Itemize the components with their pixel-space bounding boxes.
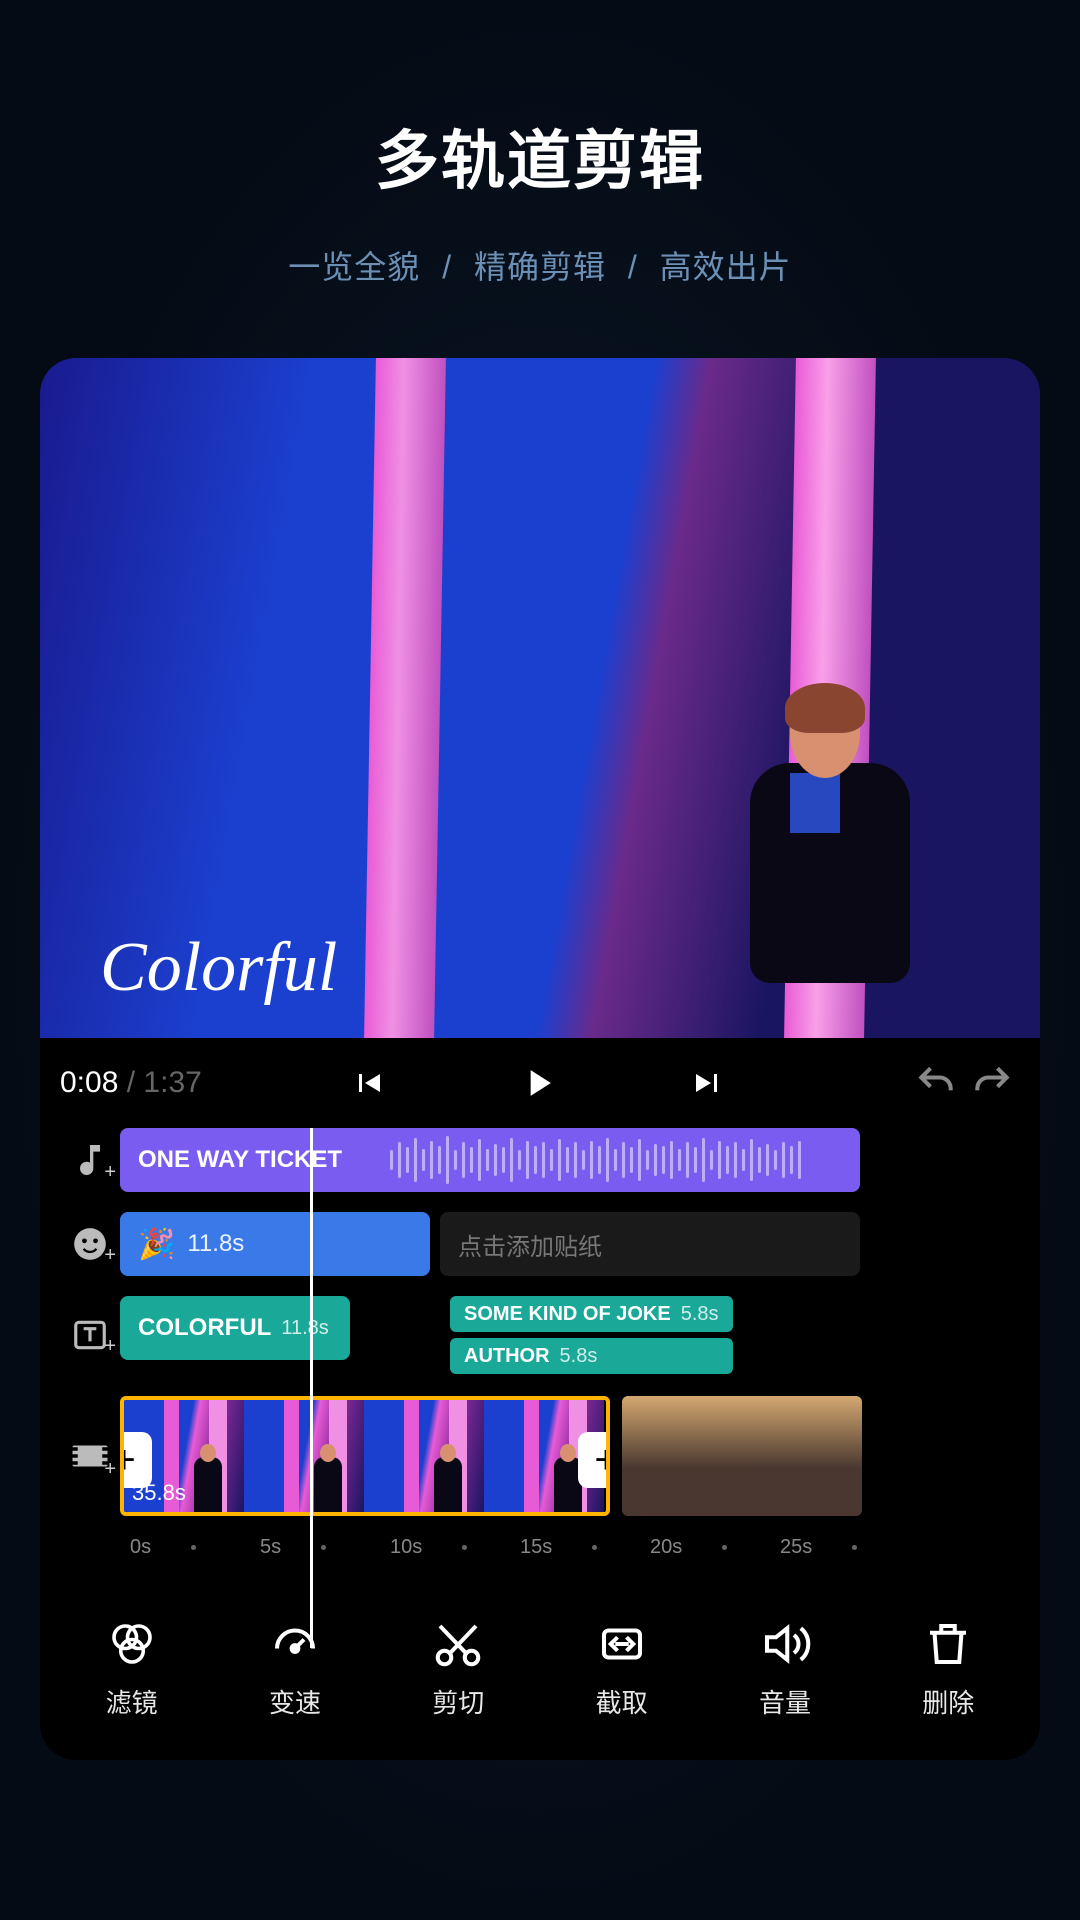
- timeline[interactable]: + ONE WAY TICKET +: [40, 1128, 1040, 1589]
- crop-tool[interactable]: 截取: [547, 1617, 697, 1720]
- preview-overlay-text: Colorful: [100, 928, 337, 1008]
- plus-icon: +: [104, 1458, 116, 1481]
- music-track: + ONE WAY TICKET: [60, 1128, 1020, 1192]
- tool-label: 截取: [596, 1683, 648, 1720]
- tool-label: 滤镜: [106, 1683, 158, 1720]
- video-clip-selected[interactable]: + 35.8s +: [120, 1396, 610, 1516]
- subtitle-part: 一览全貌: [288, 249, 420, 285]
- add-sticker-placeholder[interactable]: 点击添加贴纸: [440, 1212, 860, 1276]
- speed-tool[interactable]: 变速: [220, 1617, 370, 1720]
- sticker-clip[interactable]: 🎉 11.8s: [120, 1212, 430, 1276]
- scene-pillar: [363, 358, 446, 1038]
- plus-icon: +: [104, 1244, 116, 1267]
- video-track: + + 35.8s +: [60, 1396, 1020, 1516]
- playback-controls: 0:08 / 1:37: [40, 1038, 1040, 1128]
- text-clip-label: COLORFUL: [138, 1314, 271, 1342]
- tool-label: 删除: [922, 1683, 974, 1720]
- add-music-button[interactable]: +: [60, 1140, 120, 1180]
- plus-icon: +: [104, 1335, 116, 1358]
- plus-icon: +: [104, 1161, 116, 1184]
- ruler-tick: 10s: [390, 1536, 422, 1559]
- ruler-tick: 5s: [260, 1536, 281, 1559]
- time-current: 0:08: [60, 1066, 118, 1099]
- waveform-icon: [390, 1128, 860, 1192]
- text-track: + COLORFUL 11.8s SOME KIND OF JOKE 5.8s …: [60, 1296, 1020, 1374]
- prev-button[interactable]: [350, 1065, 386, 1101]
- cut-tool[interactable]: 剪切: [383, 1617, 533, 1720]
- video-preview[interactable]: Colorful: [40, 358, 1040, 1038]
- ruler-tick: 0s: [130, 1536, 151, 1559]
- text-clip-duration: 5.8s: [681, 1303, 719, 1326]
- ruler-tick: 25s: [780, 1536, 812, 1559]
- editor-frame: Colorful 0:08 / 1:37: [40, 358, 1040, 1760]
- video-clip[interactable]: [622, 1396, 862, 1516]
- add-video-button[interactable]: +: [60, 1435, 120, 1477]
- playhead[interactable]: [310, 1128, 313, 1648]
- text-clip-duration: 11.8s: [281, 1317, 328, 1340]
- tool-label: 剪切: [432, 1683, 484, 1720]
- music-clip[interactable]: ONE WAY TICKET: [120, 1128, 860, 1192]
- subtitle-part: 高效出片: [660, 249, 792, 285]
- text-clip-duration: 5.8s: [560, 1345, 598, 1368]
- add-text-button[interactable]: +: [60, 1316, 120, 1354]
- add-clip-after-button[interactable]: +: [578, 1432, 610, 1488]
- add-clip-before-button[interactable]: +: [120, 1432, 152, 1488]
- party-emoji-icon: 🎉: [138, 1227, 175, 1262]
- redo-button[interactable]: [970, 1061, 1014, 1105]
- text-clip[interactable]: AUTHOR 5.8s: [450, 1338, 733, 1374]
- page-subtitle: 一览全貌 / 精确剪辑 / 高效出片: [282, 242, 797, 288]
- subtitle-part: 精确剪辑: [474, 249, 606, 285]
- tool-label: 音量: [759, 1683, 811, 1720]
- page-title: 多轨道剪辑: [375, 110, 705, 202]
- text-clip[interactable]: COLORFUL 11.8s: [120, 1296, 350, 1360]
- time-ruler: 0s 5s 10s 15s 20s 25s: [130, 1536, 1020, 1559]
- undo-button[interactable]: [914, 1061, 958, 1105]
- scene-person: [730, 688, 910, 1038]
- time-sep: /: [127, 1066, 135, 1099]
- delete-tool[interactable]: 删除: [873, 1617, 1023, 1720]
- add-sticker-button[interactable]: +: [60, 1225, 120, 1263]
- text-clip-label: SOME KIND OF JOKE: [464, 1303, 671, 1326]
- ruler-tick: 15s: [520, 1536, 552, 1559]
- subtitle-sep: /: [442, 249, 452, 285]
- text-clip-label: AUTHOR: [464, 1345, 550, 1368]
- volume-tool[interactable]: 音量: [710, 1617, 860, 1720]
- play-button[interactable]: [516, 1061, 560, 1105]
- filter-tool[interactable]: 滤镜: [57, 1617, 207, 1720]
- sticker-placeholder-text: 点击添加贴纸: [458, 1227, 602, 1262]
- sticker-duration: 11.8s: [187, 1230, 244, 1258]
- toolbar: 滤镜 变速 剪切 截取 音量 删除: [40, 1589, 1040, 1760]
- text-clip[interactable]: SOME KIND OF JOKE 5.8s: [450, 1296, 733, 1332]
- next-button[interactable]: [690, 1065, 726, 1101]
- tool-label: 变速: [269, 1683, 321, 1720]
- ruler-tick: 20s: [650, 1536, 682, 1559]
- subtitle-sep: /: [628, 249, 638, 285]
- sticker-track: + 🎉 11.8s 点击添加贴纸: [60, 1212, 1020, 1276]
